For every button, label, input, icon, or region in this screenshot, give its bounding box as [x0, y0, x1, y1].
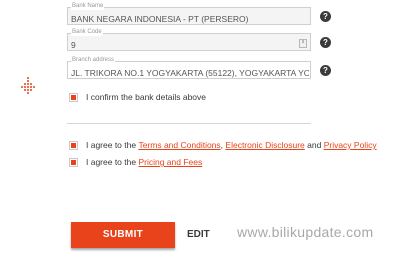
bank-name-label: Bank Name	[71, 3, 105, 10]
help-icon[interactable]: ?	[320, 37, 331, 48]
confirm-bank-label: I confirm the bank details above	[86, 92, 207, 102]
agree-pricing-row[interactable]: I agree to the Pricing and Fees	[69, 157, 202, 167]
confirm-bank-row[interactable]: I confirm the bank details above	[69, 92, 206, 102]
bank-code-value: 9	[71, 40, 76, 50]
submit-button[interactable]: SUBMIT	[71, 222, 175, 248]
electronic-disclosure-link[interactable]: Electronic Disclosure	[225, 140, 304, 150]
privacy-policy-link[interactable]: Privacy Policy	[324, 140, 377, 150]
branch-address-label: Branch address	[71, 57, 116, 64]
help-icon[interactable]: ?	[320, 11, 331, 22]
divider	[67, 123, 311, 124]
dotted-arrow-icon	[21, 77, 35, 94]
confirm-bank-checkbox[interactable]	[69, 92, 78, 102]
agree-terms-checkbox[interactable]	[69, 140, 78, 150]
check-mark-icon	[71, 94, 76, 100]
watermark: www.bilikupdate.com	[237, 224, 374, 240]
branch-address-value: JL. TRIKORA NO.1 YOGYAKARTA (55122), YOG…	[71, 68, 309, 78]
agree-terms-row[interactable]: I agree to the Terms and Conditions , El…	[69, 140, 377, 150]
stepper-arrows-icon[interactable]: ⇕	[299, 39, 307, 48]
branch-address-field[interactable]: Branch address JL. TRIKORA NO.1 YOGYAKAR…	[67, 57, 311, 79]
check-mark-icon	[71, 159, 76, 165]
bank-name-value: BANK NEGARA INDONESIA - PT (PERSERO)	[71, 14, 249, 24]
pricing-fees-link[interactable]: Pricing and Fees	[138, 157, 202, 167]
bank-code-label: Bank Code	[71, 29, 103, 36]
help-icon[interactable]: ?	[320, 65, 331, 76]
agree-pricing-checkbox[interactable]	[69, 157, 78, 167]
agree-terms-and: and	[304, 140, 324, 150]
check-mark-icon	[71, 142, 76, 148]
bank-code-field[interactable]: Bank Code 9 ⇕	[67, 29, 311, 51]
agree-terms-prefix: I agree to the	[86, 140, 139, 150]
edit-button[interactable]: EDIT	[187, 229, 210, 240]
terms-link[interactable]: Terms and Conditions	[138, 140, 220, 150]
agree-pricing-prefix: I agree to the	[86, 157, 139, 167]
bank-name-field: Bank Name BANK NEGARA INDONESIA - PT (PE…	[67, 3, 311, 25]
